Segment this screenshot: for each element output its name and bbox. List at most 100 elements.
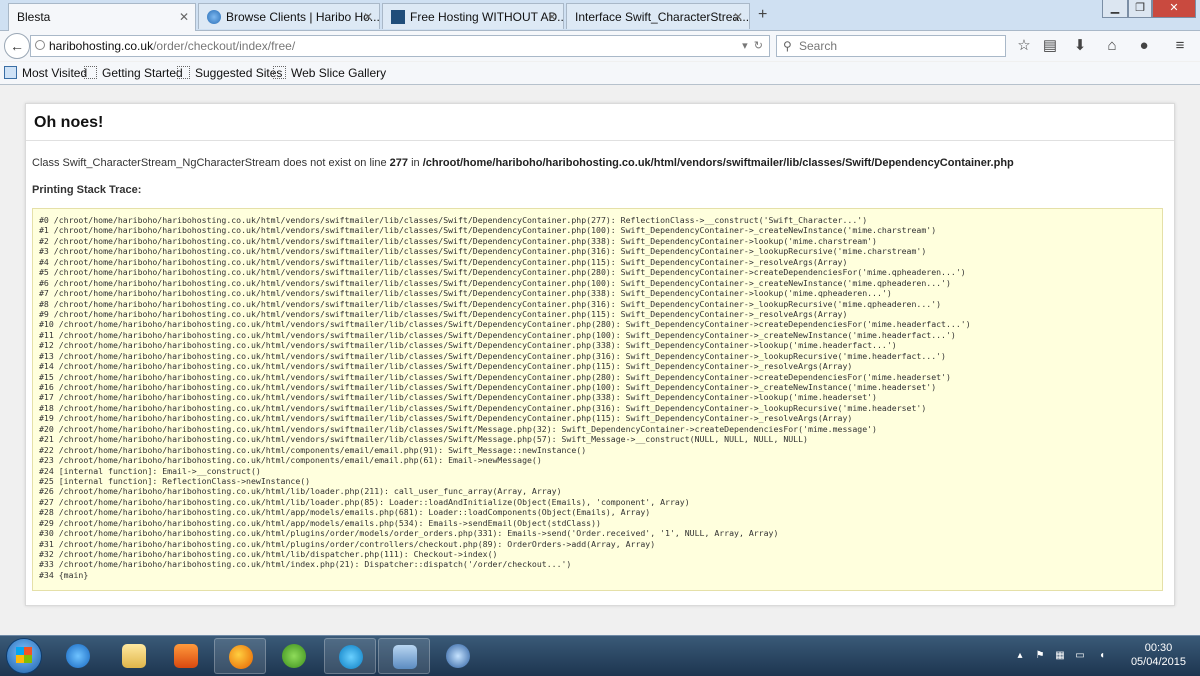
windows-logo-icon bbox=[16, 647, 32, 663]
error-in: in bbox=[411, 157, 420, 169]
reading-list-icon[interactable]: ▤ bbox=[1040, 36, 1060, 56]
bookmark-page-icon bbox=[273, 66, 286, 79]
stack-trace-line: #2 /chroot/home/hariboho/haribohosting.c… bbox=[39, 235, 877, 246]
stack-trace-line: #30 /chroot/home/hariboho/haribohosting.… bbox=[39, 528, 779, 539]
stack-trace-line: #9 /chroot/home/hariboho/haribohosting.c… bbox=[39, 308, 848, 319]
home-icon[interactable]: ⌂ bbox=[1102, 36, 1122, 56]
tab-free-hosting[interactable]: Free Hosting WITHOUT AD... ✕ bbox=[382, 3, 564, 29]
maximize-button[interactable]: ❐ bbox=[1128, 0, 1152, 18]
action-center-icon[interactable]: ⚑ bbox=[1034, 650, 1046, 662]
stack-trace-line: #31 /chroot/home/hariboho/haribohosting.… bbox=[39, 538, 656, 549]
globe-icon bbox=[207, 10, 221, 24]
stack-trace: #0 /chroot/home/hariboho/haribohosting.c… bbox=[32, 208, 1163, 591]
bookmark-star-icon[interactable]: ☆ bbox=[1014, 36, 1034, 56]
error-line: 277 bbox=[389, 157, 409, 169]
bookmark-web-slice-gallery[interactable]: Web Slice Gallery bbox=[273, 66, 386, 80]
dropdown-icon[interactable]: ▾ bbox=[742, 40, 748, 52]
tab-title: Free Hosting WITHOUT AD... bbox=[410, 10, 564, 24]
bookmark-page-icon bbox=[84, 66, 97, 79]
stack-trace-line: #22 /chroot/home/hariboho/haribohosting.… bbox=[39, 444, 587, 455]
bookmark-most-visited[interactable]: Most Visited bbox=[4, 66, 87, 80]
close-tab-icon[interactable]: ✕ bbox=[179, 10, 189, 24]
stack-trace-line: #19 /chroot/home/hariboho/haribohosting.… bbox=[39, 413, 853, 424]
divider bbox=[26, 140, 1174, 141]
stack-trace-line: #7 /chroot/home/hariboho/haribohosting.c… bbox=[39, 288, 892, 299]
stack-trace-line: #17 /chroot/home/hariboho/haribohosting.… bbox=[39, 392, 877, 403]
stack-trace-line: #24 [internal function]: Email->__constr… bbox=[39, 465, 261, 476]
tab-strip: Blesta ✕ Browse Clients | Haribo Ho... ✕… bbox=[0, 0, 1200, 31]
error-message: Class Swift_CharacterStream_NgCharacterS… bbox=[32, 157, 1014, 169]
stack-trace-line: #3 /chroot/home/hariboho/haribohosting.c… bbox=[39, 246, 927, 257]
stack-trace-line: #10 /chroot/home/hariboho/haribohosting.… bbox=[39, 319, 971, 330]
new-tab-button[interactable]: + bbox=[758, 6, 767, 24]
taskbar-media-player[interactable] bbox=[160, 638, 212, 674]
taskbar-skype[interactable] bbox=[324, 638, 376, 674]
tab-browse-clients[interactable]: Browse Clients | Haribo Ho... ✕ bbox=[198, 3, 380, 29]
taskbar: ▴ ⚑ ▦ ▭ ◖ 00:30 05/04/2015 bbox=[0, 635, 1200, 676]
stack-trace-title: Printing Stack Trace: bbox=[32, 184, 142, 196]
taskbar-file-explorer[interactable] bbox=[108, 638, 160, 674]
stack-trace-line: #32 /chroot/home/hariboho/haribohosting.… bbox=[39, 549, 498, 559]
tab-interface-swift[interactable]: Interface Swift_CharacterStrea... ✕ bbox=[566, 3, 750, 29]
stack-trace-line: #11 /chroot/home/hariboho/haribohosting.… bbox=[39, 329, 956, 340]
stack-trace-line: #28 /chroot/home/hariboho/haribohosting.… bbox=[39, 507, 651, 518]
bookmark-page-icon bbox=[177, 66, 190, 79]
taskbar-internet-explorer[interactable] bbox=[52, 638, 104, 674]
back-button[interactable]: ← bbox=[4, 33, 30, 59]
taskbar-utorrent[interactable] bbox=[268, 638, 320, 674]
display-icon[interactable]: ▭ bbox=[1074, 650, 1086, 662]
chat-icon[interactable]: ● bbox=[1134, 36, 1154, 56]
stack-trace-line: #14 /chroot/home/hariboho/haribohosting.… bbox=[39, 361, 853, 372]
firefox-icon bbox=[229, 645, 253, 669]
close-tab-icon[interactable]: ✕ bbox=[363, 10, 373, 24]
stack-trace-line: #0 /chroot/home/hariboho/haribohosting.c… bbox=[39, 215, 868, 225]
stack-trace-line: #15 /chroot/home/hariboho/haribohosting.… bbox=[39, 371, 951, 382]
page-title: Oh noes! bbox=[34, 114, 104, 131]
downloads-icon[interactable]: ⬇ bbox=[1070, 36, 1090, 56]
network-icon[interactable]: ▦ bbox=[1054, 650, 1066, 662]
tab-blesta[interactable]: Blesta ✕ bbox=[8, 3, 196, 31]
taskbar-firefox[interactable] bbox=[214, 638, 266, 674]
start-button[interactable] bbox=[6, 638, 42, 674]
stack-trace-line: #13 /chroot/home/hariboho/haribohosting.… bbox=[39, 350, 946, 361]
stack-trace-line: #33 /chroot/home/hariboho/haribohosting.… bbox=[39, 559, 572, 570]
media-player-icon bbox=[174, 644, 198, 668]
stack-trace-line: #5 /chroot/home/hariboho/haribohosting.c… bbox=[39, 267, 966, 278]
tab-title: Interface Swift_CharacterStrea... bbox=[575, 10, 750, 24]
show-hidden-icons-icon[interactable]: ▴ bbox=[1014, 650, 1026, 662]
stack-trace-line: #27 /chroot/home/hariboho/haribohosting.… bbox=[39, 496, 690, 507]
search-input[interactable]: ⚲ Search bbox=[776, 35, 1006, 57]
tab-title: Browse Clients | Haribo Ho... bbox=[226, 10, 380, 24]
close-tab-icon[interactable]: ✕ bbox=[547, 10, 557, 24]
stack-trace-line: #18 /chroot/home/hariboho/haribohosting.… bbox=[39, 402, 927, 413]
thunderbird-icon bbox=[446, 644, 470, 668]
stack-trace-line: #29 /chroot/home/hariboho/haribohosting.… bbox=[39, 517, 601, 528]
bookmark-getting-started[interactable]: Getting Started bbox=[84, 66, 183, 80]
reload-icon[interactable]: ↻ bbox=[754, 40, 763, 52]
folder-icon bbox=[122, 644, 146, 668]
volume-icon[interactable]: ◖ bbox=[1096, 650, 1108, 662]
taskbar-control-panel[interactable] bbox=[378, 638, 430, 674]
site-favicon-icon bbox=[391, 10, 405, 24]
clock[interactable]: 00:30 05/04/2015 bbox=[1131, 641, 1186, 669]
taskbar-thunderbird[interactable] bbox=[432, 638, 484, 674]
stack-trace-line: #26 /chroot/home/hariboho/haribohosting.… bbox=[39, 486, 562, 497]
site-identity-icon[interactable] bbox=[35, 40, 45, 50]
stack-trace-line: #1 /chroot/home/hariboho/haribohosting.c… bbox=[39, 225, 937, 236]
clock-time: 00:30 bbox=[1144, 642, 1173, 654]
bookmark-suggested-sites[interactable]: Suggested Sites bbox=[177, 66, 282, 80]
search-icon: ⚲ bbox=[783, 39, 792, 53]
stack-trace-line: #8 /chroot/home/hariboho/haribohosting.c… bbox=[39, 298, 942, 309]
minimize-button[interactable]: ▁ bbox=[1102, 0, 1128, 18]
menu-icon[interactable]: ≡ bbox=[1170, 36, 1190, 56]
stack-trace-line: #34 {main} bbox=[39, 569, 89, 580]
utorrent-icon bbox=[282, 644, 306, 668]
error-file: /chroot/home/hariboho/haribohosting.co.u… bbox=[422, 157, 1014, 169]
stack-trace-line: #23 /chroot/home/hariboho/haribohosting.… bbox=[39, 455, 542, 466]
clock-date: 05/04/2015 bbox=[1130, 656, 1186, 668]
url-host: haribohosting.co.uk bbox=[49, 39, 154, 53]
close-window-button[interactable]: ✕ bbox=[1152, 0, 1196, 18]
url-bar[interactable]: haribohosting.co.uk/order/checkout/index… bbox=[30, 35, 770, 57]
close-tab-icon[interactable]: ✕ bbox=[733, 10, 743, 24]
search-placeholder: Search bbox=[799, 39, 838, 53]
